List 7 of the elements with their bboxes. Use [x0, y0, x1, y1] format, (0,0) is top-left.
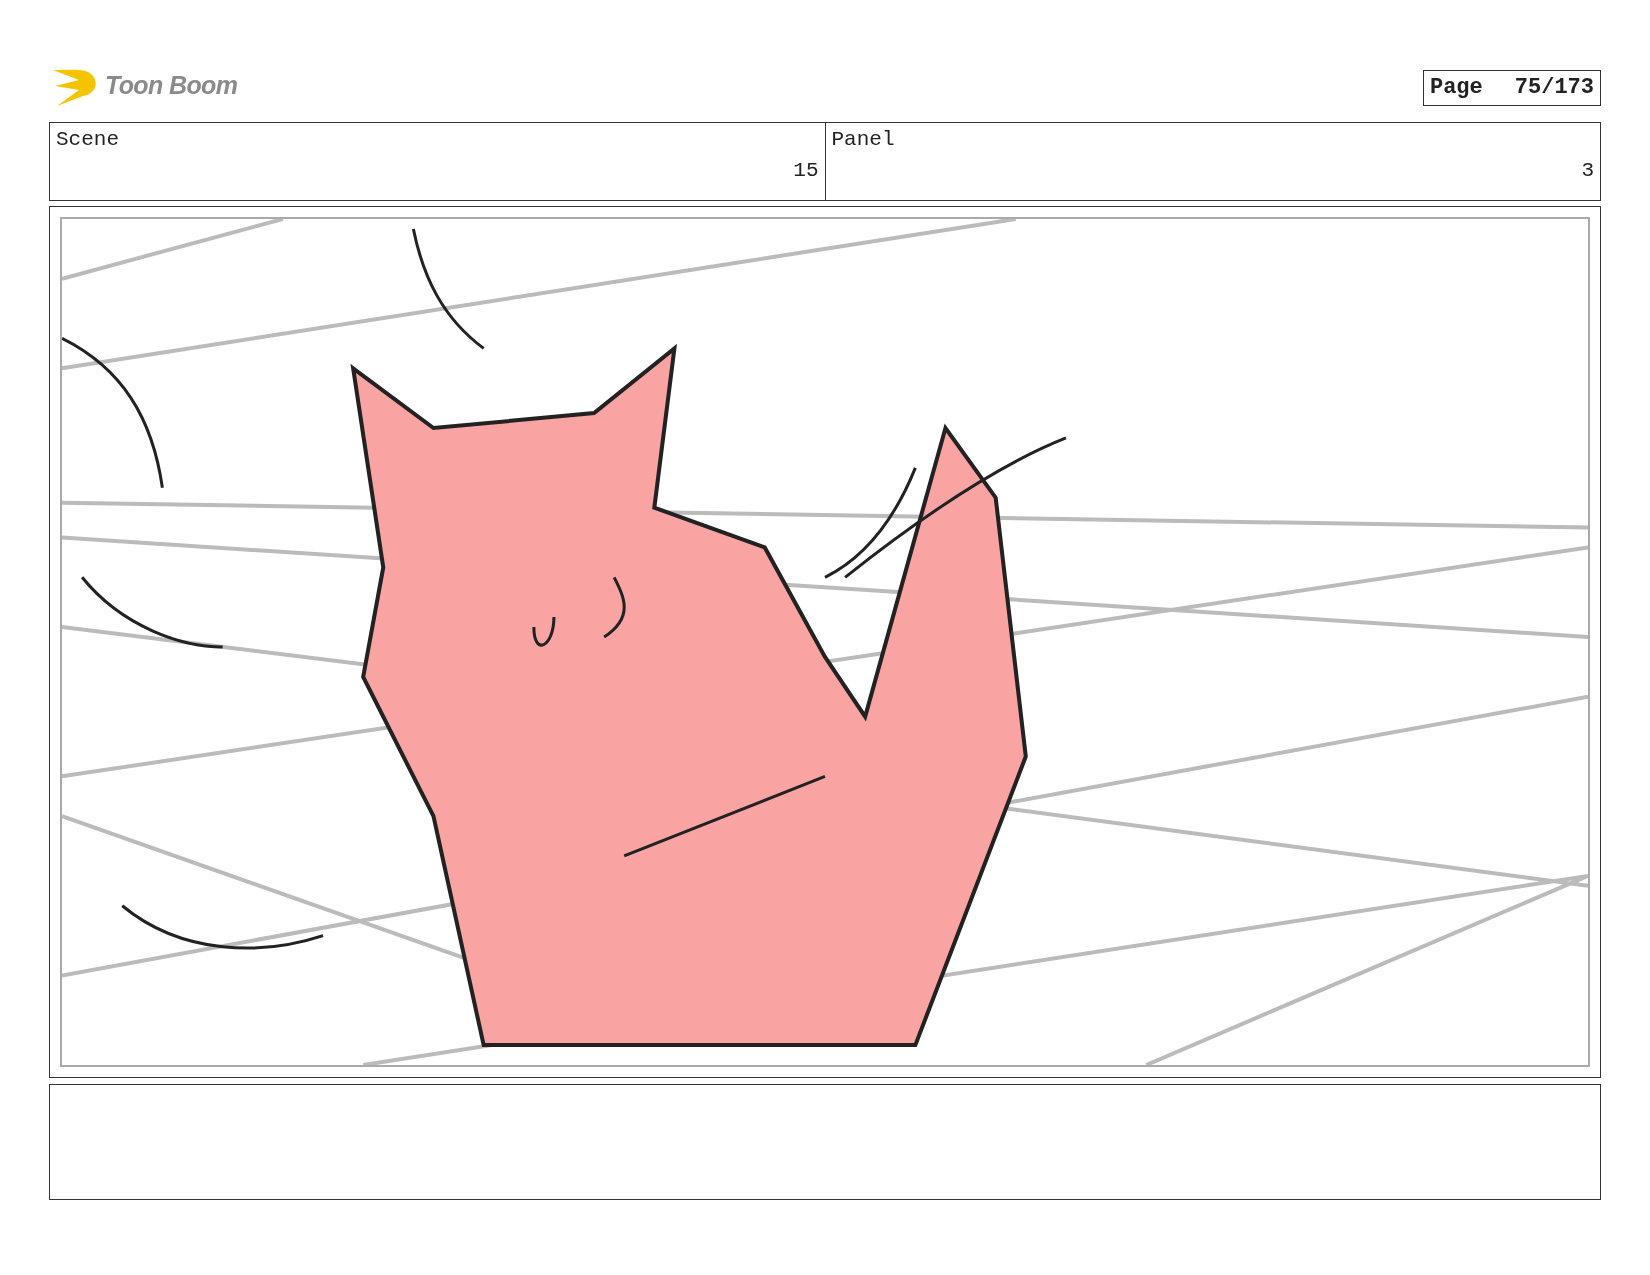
- logo-text: Toon Boom: [105, 70, 238, 102]
- field-value: 15: [793, 160, 819, 181]
- page-label: Page: [1429, 77, 1483, 99]
- field-value: 3: [1581, 160, 1594, 181]
- field-label: Panel: [831, 129, 895, 150]
- field-label: Scene: [56, 129, 119, 150]
- page-number: 75/173: [1514, 77, 1594, 99]
